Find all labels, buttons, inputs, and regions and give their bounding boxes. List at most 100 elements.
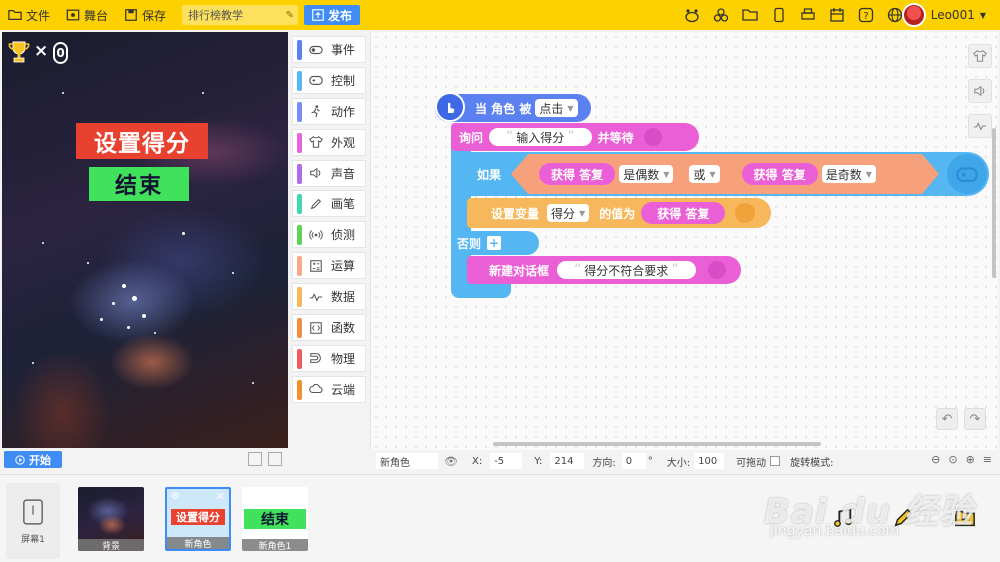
hand-pointer-icon xyxy=(435,92,465,122)
dialog-text-input[interactable]: “得分不符合要求” xyxy=(557,261,696,279)
star xyxy=(122,284,126,288)
size-label: 大小: xyxy=(666,457,691,469)
chevron-down-icon: ▼ xyxy=(865,169,872,179)
category-data[interactable]: 数据 xyxy=(292,283,366,311)
variable-chart-icon[interactable] xyxy=(968,114,992,138)
category-motion[interactable]: 动作 xyxy=(292,97,366,125)
sprite-set-score[interactable]: 设置得分 xyxy=(76,123,208,159)
start-label: 开始 xyxy=(29,453,51,467)
sprite-library-icon[interactable] xyxy=(712,6,730,24)
hat-label: 当 角色 被 xyxy=(475,101,532,116)
category-functions[interactable]: 函数 xyxy=(292,314,366,342)
category-cloud[interactable]: 云端 xyxy=(292,375,366,403)
x-value: -5 xyxy=(494,455,505,467)
menu-icon[interactable]: ≡ xyxy=(983,453,992,466)
get-answer-reporter-2[interactable]: 获得 答复 xyxy=(741,163,818,185)
set-variable-block[interactable]: 设置变量 得分 ▼ 的值为 获得 答复 xyxy=(467,198,771,228)
category-sensing[interactable]: 侦测 xyxy=(292,221,366,249)
screen-item[interactable]: 屏幕1 xyxy=(6,483,60,559)
pet-icon[interactable] xyxy=(683,6,701,24)
folder-icon xyxy=(8,10,22,20)
star xyxy=(62,92,64,94)
gear-icon[interactable]: ⚙ xyxy=(171,491,180,502)
category-sound[interactable]: 声音 xyxy=(292,159,366,187)
publish-button[interactable]: 发布 xyxy=(304,5,361,25)
user-menu[interactable]: Leo001 ▼ xyxy=(901,3,986,27)
or-dropdown[interactable]: 或 ▼ xyxy=(689,165,720,183)
new-dialog-block[interactable]: 新建对话框 “得分不符合要求” xyxy=(467,256,741,284)
look-category-icon xyxy=(643,128,662,146)
project-name-input[interactable]: 排行榜教学 ✎ xyxy=(182,5,299,25)
category-pen[interactable]: 画笔 xyxy=(292,190,366,218)
else-row[interactable]: 否则 + xyxy=(451,231,539,255)
ask-label: 询问 xyxy=(459,130,484,145)
stage-button[interactable]: 舞台 xyxy=(58,0,116,30)
star xyxy=(87,262,89,264)
category-operators[interactable]: 运算 xyxy=(292,252,366,280)
runner-icon xyxy=(311,105,320,118)
is-even-value: 是偶数 xyxy=(623,167,660,182)
ask-and-wait-block[interactable]: 询问 “输入得分” 并等待 xyxy=(451,123,699,151)
quote-mark: “ xyxy=(506,129,514,145)
category-color-bar xyxy=(297,70,302,91)
close-icon[interactable]: ✕ xyxy=(216,490,225,503)
category-label: 动作 xyxy=(331,104,356,119)
baidu-watermark-url: jingyan.baidu.com xyxy=(770,523,900,539)
zoom-reset-icon[interactable]: ⊙ xyxy=(948,453,957,466)
sprite-end[interactable]: 结束 xyxy=(89,167,189,201)
category-physics[interactable]: 物理 xyxy=(292,344,366,372)
size-input[interactable]: 100 xyxy=(694,453,725,469)
background-thumbnail[interactable]: 背景 xyxy=(78,487,144,551)
vertical-scrollbar[interactable] xyxy=(992,128,996,278)
category-event[interactable]: 事件 xyxy=(292,36,366,63)
resource-folder-icon[interactable] xyxy=(741,6,759,24)
category-color-bar xyxy=(297,348,302,369)
code-workspace[interactable]: 当 角色 被 点击 ▼ 询问 “输入得分” 并等待 如果 获得 答复 是偶数 ▼ 或… xyxy=(370,32,998,450)
grid-icon[interactable] xyxy=(268,452,282,466)
phone-preview-icon[interactable] xyxy=(770,6,788,24)
add-branch-button[interactable]: + xyxy=(487,236,502,250)
sound-speaker-icon[interactable] xyxy=(968,79,992,103)
redo-icon[interactable]: ↷ xyxy=(964,408,986,430)
visibility-eye-icon[interactable]: 👁 xyxy=(444,455,458,468)
data-category-icon xyxy=(735,203,756,223)
sprite1-thumbnail[interactable]: ⚙ ✕ 设置得分 新角色 xyxy=(165,487,231,551)
category-color-bar xyxy=(297,194,302,215)
fullscreen-icon[interactable] xyxy=(248,452,262,466)
direction-input[interactable]: 0 xyxy=(621,453,646,469)
variable-dropdown[interactable]: 得分 ▼ xyxy=(547,204,590,222)
is-even-dropdown[interactable]: 是偶数 ▼ xyxy=(619,165,674,183)
horizontal-scrollbar[interactable] xyxy=(493,442,821,446)
help-icon[interactable]: ? xyxy=(857,6,875,24)
chevron-down-icon: ▼ xyxy=(567,103,574,113)
if-label: 如果 xyxy=(477,167,502,182)
ask-text-input[interactable]: “输入得分” xyxy=(489,128,592,146)
category-label: 控制 xyxy=(331,73,356,88)
save-button[interactable]: 保存 xyxy=(116,0,174,30)
print-icon[interactable] xyxy=(799,6,817,24)
category-control[interactable]: 控制 xyxy=(292,66,366,94)
x-input[interactable]: -5 xyxy=(490,453,523,469)
costume-shirt-icon[interactable] xyxy=(968,44,992,68)
or-condition-block[interactable]: 获得 答复 是偶数 ▼ 或 ▼ 获得 答复 是奇数 ▼ xyxy=(511,154,939,194)
start-button[interactable]: 开始 xyxy=(4,451,62,468)
calendar-icon[interactable] xyxy=(828,6,846,24)
category-color-bar xyxy=(297,379,302,400)
file-menu-button[interactable]: 文件 xyxy=(0,0,58,30)
is-odd-dropdown[interactable]: 是奇数 ▼ xyxy=(821,165,876,183)
sprite2-thumbnail[interactable]: 结束 新角色1 xyxy=(242,487,308,551)
get-answer-reporter-1[interactable]: 获得 答复 xyxy=(539,163,616,185)
get-answer-reporter-3[interactable]: 获得 答复 xyxy=(641,202,726,224)
sprite2-label: 新角色1 xyxy=(242,539,308,551)
stage-canvas[interactable]: × 0 设置得分 结束 xyxy=(2,32,288,448)
y-input[interactable]: 214 xyxy=(550,453,585,469)
sprite-name-input[interactable]: 新角色 xyxy=(376,453,438,469)
zoom-in-icon[interactable]: ⊕ xyxy=(966,453,975,466)
hat-trigger-dropdown[interactable]: 点击 ▼ xyxy=(535,99,578,117)
undo-icon[interactable]: ↶ xyxy=(936,408,958,430)
category-looks[interactable]: 外观 xyxy=(292,128,366,156)
draggable-checkbox[interactable] xyxy=(770,456,781,466)
draggable-label: 可拖动 xyxy=(736,457,767,469)
zoom-out-icon[interactable]: ⊖ xyxy=(931,453,940,466)
stage-icon xyxy=(66,9,80,21)
